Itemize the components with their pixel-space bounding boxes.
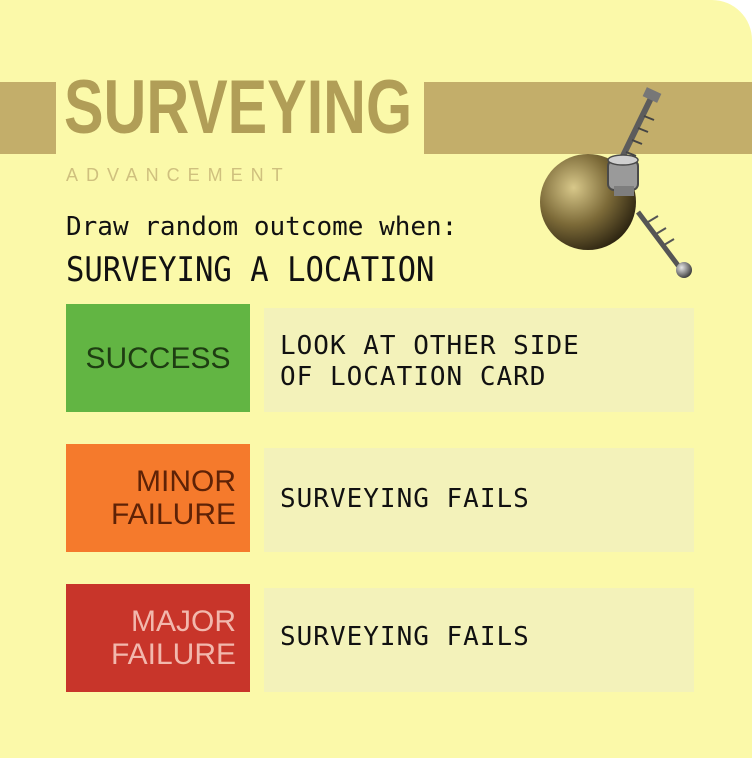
success-badge: SUCCESS: [66, 304, 250, 412]
card-subtitle: ADVANCEMENT: [66, 165, 291, 185]
outcome-line: SURVEYING FAILS: [280, 622, 530, 652]
outcome-line: OF LOCATION CARD: [280, 362, 547, 393]
advancement-card: SURVEYING ADVANCEMENT Draw random outcom…: [0, 0, 752, 758]
major-failure-badge: MAJOR FAILURE: [66, 584, 250, 692]
badge-line: MINOR: [136, 465, 236, 498]
badge-line: FAILURE: [110, 638, 236, 671]
badge-line: FAILURE: [110, 498, 236, 531]
card-title: SURVEYING: [64, 65, 413, 150]
minor-failure-outcome-text: SURVEYING FAILS: [280, 484, 530, 515]
trigger-condition: SURVEYING A LOCATION: [66, 250, 435, 290]
minor-failure-badge: MINOR FAILURE: [66, 444, 250, 552]
draw-instruction: Draw random outcome when:: [66, 212, 458, 242]
badge-line: MAJOR: [131, 605, 236, 638]
outcome-line: LOOK AT OTHER SIDE: [280, 331, 580, 361]
title-band-left: [0, 82, 56, 154]
major-failure-outcome-text: SURVEYING FAILS: [280, 622, 530, 653]
success-outcome-text: LOOK AT OTHER SIDE OF LOCATION CARD: [280, 331, 580, 393]
space-probe-icon: [540, 87, 692, 278]
outcome-line: SURVEYING FAILS: [280, 484, 530, 514]
badge-line: SUCCESS: [85, 341, 231, 375]
